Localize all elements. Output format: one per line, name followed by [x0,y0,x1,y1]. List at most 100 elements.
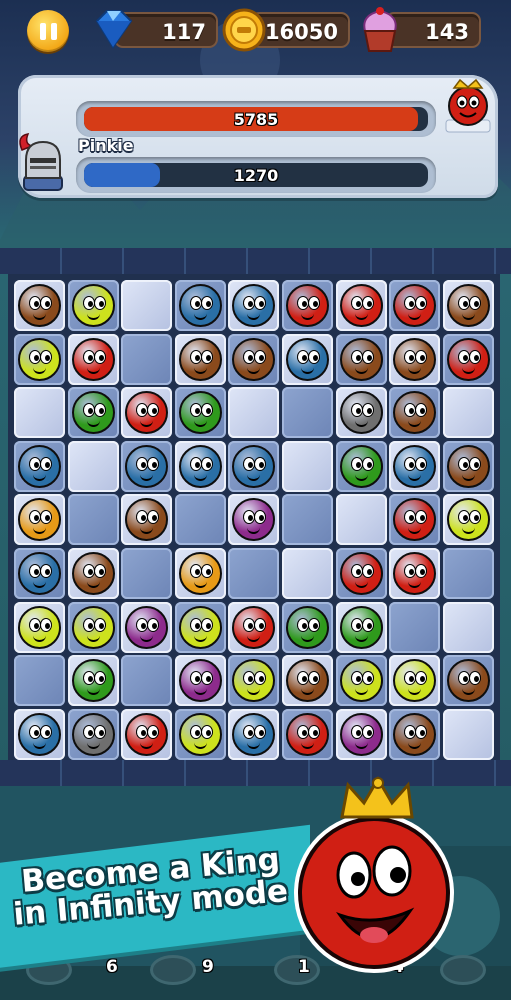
board-cell[interactable] [121,280,173,331]
blue-monster[interactable] [232,712,276,756]
purple-monster[interactable] [232,498,276,542]
board-cell[interactable] [14,440,65,492]
board-cell[interactable] [67,494,119,546]
board-cell[interactable] [335,708,387,760]
blue-monster[interactable] [18,712,61,756]
board-cell[interactable] [174,708,226,760]
board-cell[interactable] [121,708,173,760]
blue-monster[interactable] [286,337,329,381]
board-cell[interactable] [389,708,441,760]
yellow-monster[interactable] [18,337,61,381]
board-cell[interactable] [335,387,387,439]
red-monster[interactable] [446,337,490,381]
brown-monster[interactable] [232,337,276,381]
board-cell[interactable] [335,494,387,546]
board-cell[interactable] [389,280,441,331]
blue-monster[interactable] [18,552,61,595]
board-cell[interactable] [121,333,173,385]
blue-monster[interactable] [125,444,169,488]
blue-monster[interactable] [18,444,61,488]
board-cell[interactable] [389,387,441,439]
board-cell[interactable] [14,494,65,546]
red-monster[interactable] [393,498,437,542]
orange-monster[interactable] [18,498,61,542]
yellow-monster[interactable] [232,659,276,703]
board-cell[interactable] [174,387,226,439]
board-cell[interactable] [282,333,333,385]
blue-monster[interactable] [178,284,222,327]
board-cell[interactable] [389,440,441,492]
red-monster[interactable] [339,284,383,327]
power-slot-2[interactable] [150,955,196,985]
board-cell[interactable] [14,548,65,599]
board-cell[interactable] [282,548,333,599]
brown-monster[interactable] [125,498,169,542]
yellow-monster[interactable] [178,712,222,756]
board-cell[interactable] [121,655,173,707]
yellow-monster[interactable] [178,605,222,649]
board-cell[interactable] [228,548,280,599]
board-cell[interactable] [442,655,494,707]
brown-monster[interactable] [446,659,490,703]
board-cell[interactable] [174,548,226,599]
board-cell[interactable] [389,601,441,653]
red-monster[interactable] [71,337,115,381]
board-cell[interactable] [442,601,494,653]
board-cell[interactable] [282,601,333,653]
yellow-monster[interactable] [446,498,490,542]
brown-monster[interactable] [446,284,490,327]
gray-monster[interactable] [339,391,383,435]
board-cell[interactable] [174,655,226,707]
board-cell[interactable] [335,280,387,331]
red-monster[interactable] [393,284,437,327]
red-monster[interactable] [286,284,329,327]
board-cell[interactable] [442,387,494,439]
green-monster[interactable] [286,605,329,649]
board-cell[interactable] [67,440,119,492]
board-cell[interactable] [174,601,226,653]
board-cell[interactable] [442,280,494,331]
board-cell[interactable] [389,494,441,546]
brown-monster[interactable] [71,552,115,595]
board-cell[interactable] [442,548,494,599]
board-cell[interactable] [174,280,226,331]
board-cell[interactable] [14,387,65,439]
board-cell[interactable] [67,280,119,331]
board-cell[interactable] [228,333,280,385]
brown-monster[interactable] [286,659,329,703]
board-cell[interactable] [335,333,387,385]
board-cell[interactable] [121,601,173,653]
purple-monster[interactable] [178,659,222,703]
board-cell[interactable] [228,655,280,707]
green-monster[interactable] [178,391,222,435]
board-cell[interactable] [335,548,387,599]
board-cell[interactable] [335,440,387,492]
brown-monster[interactable] [393,391,437,435]
board-cell[interactable] [228,494,280,546]
red-monster[interactable] [125,391,169,435]
orange-monster[interactable] [178,552,222,595]
board-cell[interactable] [442,440,494,492]
purple-monster[interactable] [339,712,383,756]
board-cell[interactable] [282,655,333,707]
board-cell[interactable] [228,708,280,760]
board-cell[interactable] [228,387,280,439]
board-cell[interactable] [228,440,280,492]
blue-monster[interactable] [393,444,437,488]
board-cell[interactable] [121,440,173,492]
board-cell[interactable] [282,387,333,439]
brown-monster[interactable] [393,712,437,756]
brown-monster[interactable] [393,337,437,381]
board-cell[interactable] [442,494,494,546]
red-monster[interactable] [125,712,169,756]
board-cell[interactable] [174,333,226,385]
board-cell[interactable] [121,387,173,439]
blue-monster[interactable] [178,444,222,488]
board-cell[interactable] [282,494,333,546]
green-monster[interactable] [339,444,383,488]
board-cell[interactable] [67,655,119,707]
green-monster[interactable] [71,659,115,703]
board-cell[interactable] [67,601,119,653]
board-cell[interactable] [335,601,387,653]
board-cell[interactable] [121,494,173,546]
